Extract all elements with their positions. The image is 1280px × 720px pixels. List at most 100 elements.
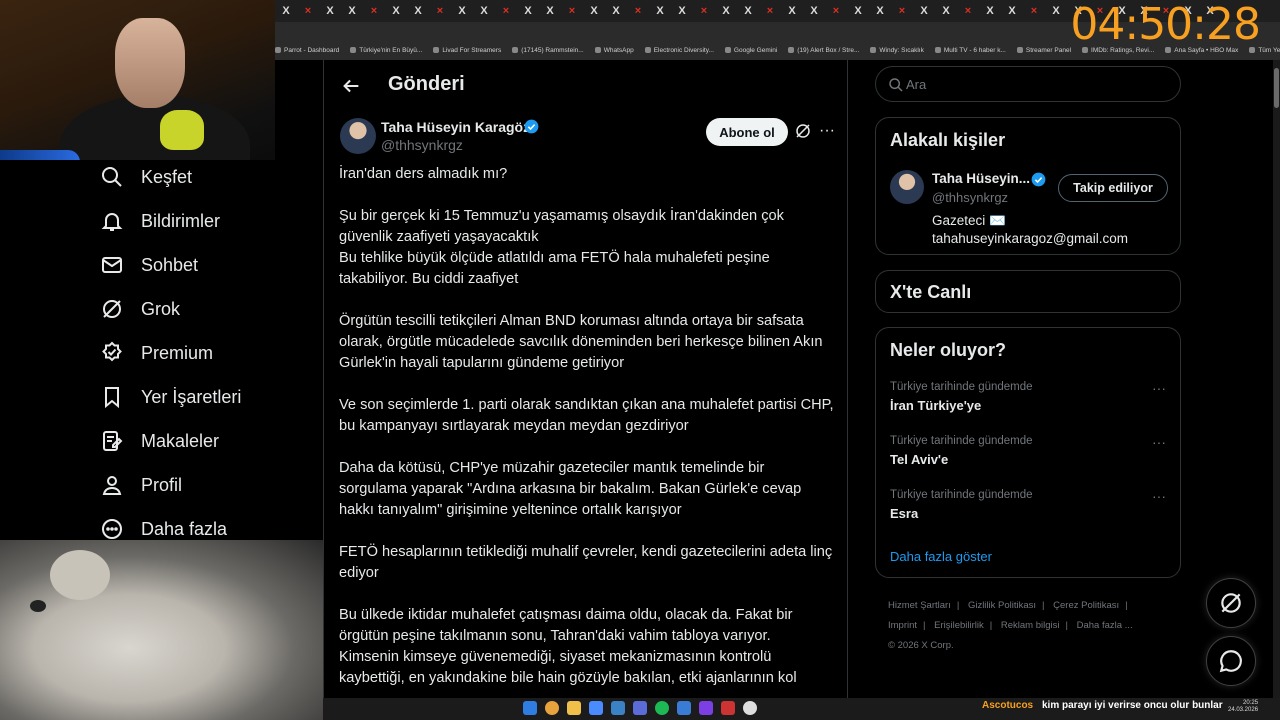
sidebar-item-profile[interactable]: Profil bbox=[100, 468, 182, 502]
search-input[interactable] bbox=[904, 73, 1164, 95]
browser-tab[interactable]: X bbox=[1001, 5, 1023, 17]
browser-tab[interactable]: X bbox=[913, 5, 935, 17]
messages-floating-button[interactable] bbox=[1206, 636, 1256, 686]
trend-more-icon[interactable]: ··· bbox=[1152, 488, 1166, 504]
author-handle[interactable]: @thhsynkrgz bbox=[381, 137, 463, 153]
search-box[interactable] bbox=[875, 66, 1181, 102]
footer-link-accessibility[interactable]: Erişilebilirlik bbox=[934, 620, 984, 631]
sidebar-item-bookmarks[interactable]: Yer İşaretleri bbox=[100, 380, 241, 414]
browser-tab[interactable]: X bbox=[935, 5, 957, 17]
footer-link-privacy[interactable]: Gizlilik Politikası bbox=[968, 600, 1036, 611]
sidebar-item-grok[interactable]: Grok bbox=[100, 292, 180, 326]
bookmark-item[interactable]: Livad For Streamers bbox=[433, 47, 501, 54]
browser-tab[interactable]: × bbox=[693, 5, 715, 17]
bookmark-item[interactable]: Streamer Panel bbox=[1016, 47, 1071, 54]
browser-tab[interactable]: X bbox=[407, 5, 429, 17]
grok-floating-button[interactable] bbox=[1206, 578, 1256, 628]
footer-link-cookies[interactable]: Çerez Politikası bbox=[1053, 600, 1119, 611]
chrome-taskbar-icon[interactable] bbox=[545, 701, 559, 715]
browser-tab[interactable]: X bbox=[605, 5, 627, 17]
sidebar-item-messages[interactable]: Sohbet bbox=[100, 248, 198, 282]
start-button-icon[interactable] bbox=[523, 701, 537, 715]
obs-icon[interactable] bbox=[743, 701, 757, 715]
browser-tab[interactable]: X bbox=[539, 5, 561, 17]
bookmark-label: Google Gemini bbox=[733, 46, 778, 54]
sidebar-item-explore[interactable]: Keşfet bbox=[100, 160, 192, 194]
browser-tab[interactable]: X bbox=[341, 5, 363, 17]
related-name[interactable]: Taha Hüseyin... bbox=[932, 171, 1030, 186]
post-more-options-icon[interactable]: ··· bbox=[819, 122, 835, 140]
page-scrollbar[interactable] bbox=[1273, 60, 1280, 700]
trend-more-icon[interactable]: ··· bbox=[1152, 434, 1166, 450]
browser-tab[interactable]: × bbox=[627, 5, 649, 17]
browser-tab[interactable]: X bbox=[451, 5, 473, 17]
related-avatar[interactable] bbox=[890, 170, 924, 204]
bookmark-item[interactable]: Türkiye'nin En Büyü... bbox=[350, 47, 422, 54]
file-explorer-icon[interactable] bbox=[567, 701, 581, 715]
back-arrow-icon[interactable] bbox=[340, 75, 362, 97]
sidebar-item-premium[interactable]: Premium bbox=[100, 336, 213, 370]
browser-tab[interactable]: × bbox=[363, 5, 385, 17]
footer-separator: | bbox=[923, 620, 926, 631]
bookmark-item[interactable]: Parrot - Dashboard bbox=[275, 47, 339, 54]
footer-link-imprint[interactable]: Imprint bbox=[888, 620, 917, 631]
browser-tab[interactable]: × bbox=[1023, 5, 1045, 17]
browser-tab[interactable]: X bbox=[385, 5, 407, 17]
browser-tab[interactable]: X bbox=[869, 5, 891, 17]
footer-link-ads-info[interactable]: Reklam bilgisi bbox=[1001, 620, 1060, 631]
taskbar-app-icon[interactable] bbox=[677, 701, 691, 715]
related-handle[interactable]: @thhsynkrgz bbox=[932, 190, 1008, 205]
bookmark-item[interactable]: Google Gemini bbox=[724, 46, 778, 54]
taskbar-app-icon[interactable] bbox=[589, 701, 603, 715]
author-avatar[interactable] bbox=[340, 118, 376, 154]
browser-tab[interactable]: X bbox=[473, 5, 495, 17]
browser-tab[interactable]: X bbox=[715, 5, 737, 17]
browser-tab[interactable]: X bbox=[275, 5, 297, 17]
browser-tab[interactable]: X bbox=[671, 5, 693, 17]
bookmark-favicon-icon bbox=[350, 47, 357, 53]
bookmark-item[interactable]: WhatsApp bbox=[594, 47, 634, 54]
system-clock: 20:25 24.03.2026 bbox=[1228, 700, 1258, 714]
browser-tab[interactable]: X bbox=[781, 5, 803, 17]
spotify-icon[interactable] bbox=[655, 701, 669, 715]
steam-icon[interactable] bbox=[611, 701, 625, 715]
footer-link-more[interactable]: Daha fazla ... bbox=[1077, 620, 1133, 631]
scrollbar-thumb[interactable] bbox=[1274, 68, 1279, 108]
browser-tab[interactable]: X bbox=[979, 5, 1001, 17]
browser-tab[interactable]: X bbox=[737, 5, 759, 17]
trend-more-icon[interactable]: ··· bbox=[1152, 380, 1166, 396]
browser-tab[interactable]: × bbox=[825, 5, 847, 17]
browser-tab[interactable]: × bbox=[561, 5, 583, 17]
browser-tab[interactable]: × bbox=[759, 5, 781, 17]
browser-tab[interactable]: X bbox=[319, 5, 341, 17]
browser-tab[interactable]: X bbox=[847, 5, 869, 17]
footer-link-terms[interactable]: Hizmet Şartları bbox=[888, 600, 951, 611]
bookmark-item[interactable]: Electronic Diversity... bbox=[644, 47, 714, 54]
bookmark-item[interactable]: (17145) Rammstein... bbox=[512, 47, 584, 54]
browser-tab[interactable]: X bbox=[517, 5, 539, 17]
sidebar-item-articles[interactable]: Makaleler bbox=[100, 424, 219, 458]
browser-tab[interactable]: X bbox=[1045, 5, 1067, 17]
sidebar-item-notifications[interactable]: Bildirimler bbox=[100, 204, 220, 238]
following-button[interactable]: Takip ediliyor bbox=[1058, 174, 1168, 202]
x-live-card[interactable]: X'te Canlı bbox=[875, 270, 1181, 313]
discord-icon[interactable] bbox=[633, 701, 647, 715]
browser-tab[interactable]: × bbox=[891, 5, 913, 17]
browser-tab[interactable]: × bbox=[297, 5, 319, 17]
bookmark-item[interactable]: Multi TV - 6 haber k... bbox=[934, 47, 1006, 54]
twitch-icon[interactable] bbox=[699, 701, 713, 715]
taskbar-app-icon[interactable] bbox=[721, 701, 735, 715]
bookmark-item[interactable]: (19) Alert Box / Stre... bbox=[788, 47, 859, 54]
grok-explain-icon[interactable] bbox=[794, 122, 812, 140]
browser-tab[interactable]: × bbox=[429, 5, 451, 17]
bookmark-item[interactable]: Windy: Sıcaklık bbox=[870, 47, 924, 54]
browser-tab[interactable]: X bbox=[649, 5, 671, 17]
browser-tab[interactable]: X bbox=[803, 5, 825, 17]
browser-tab[interactable]: × bbox=[957, 5, 979, 17]
author-name[interactable]: Taha Hüseyin Karagöz bbox=[381, 119, 530, 135]
browser-tab[interactable]: × bbox=[495, 5, 517, 17]
show-more-link[interactable]: Daha fazla göster bbox=[890, 549, 992, 564]
related-email: tahahuseyinkaragoz@gmail.com bbox=[932, 231, 1129, 246]
browser-tab[interactable]: X bbox=[583, 5, 605, 17]
subscribe-button[interactable]: Abone ol bbox=[706, 118, 788, 146]
